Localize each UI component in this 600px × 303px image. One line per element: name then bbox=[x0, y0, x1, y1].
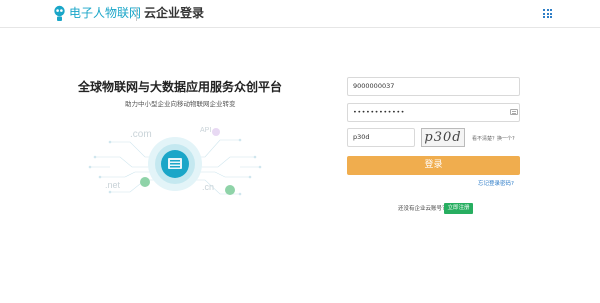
tag-net: .net bbox=[105, 180, 121, 190]
promo-tagline: 助力中小型企业向移动物联网企业转变 bbox=[125, 100, 236, 108]
robot-icon[interactable] bbox=[53, 5, 66, 22]
login-button[interactable]: 登录 bbox=[347, 156, 520, 175]
register-button[interactable]: 立即注册 bbox=[444, 203, 473, 214]
cloud-network-illustration: .com API .net .cn bbox=[88, 127, 262, 196]
tag-cn: .cn bbox=[202, 182, 214, 192]
password-input[interactable]: •••••••••••• bbox=[347, 103, 520, 122]
keyboard-icon[interactable] bbox=[510, 109, 518, 115]
grid-icon[interactable] bbox=[543, 9, 552, 18]
promo-headline: 全球物联网与大数据应用服务众创平台 bbox=[78, 80, 283, 94]
captcha-input[interactable]: p30d bbox=[347, 128, 415, 147]
header-divider bbox=[136, 7, 137, 21]
username-input[interactable]: 9000000037 bbox=[347, 77, 520, 96]
forgot-password-link[interactable]: 忘记登录密码? bbox=[478, 181, 514, 188]
top-header: 电子人物联网 云企业登录 bbox=[0, 0, 600, 28]
star-badge-icon bbox=[140, 177, 150, 187]
tag-api: API bbox=[200, 127, 211, 134]
page-title: 云企业登录 bbox=[144, 6, 205, 20]
api-badge-icon bbox=[212, 128, 220, 136]
brand-name[interactable]: 电子人物联网 bbox=[69, 6, 141, 21]
captcha-image[interactable]: p30d bbox=[421, 128, 465, 147]
globe-badge-icon bbox=[225, 185, 235, 195]
no-account-text: 还没有企业云账号？ bbox=[398, 206, 448, 212]
tag-com: .com bbox=[130, 129, 152, 140]
refresh-captcha-link[interactable]: 看不清楚？换一个? bbox=[472, 136, 515, 142]
